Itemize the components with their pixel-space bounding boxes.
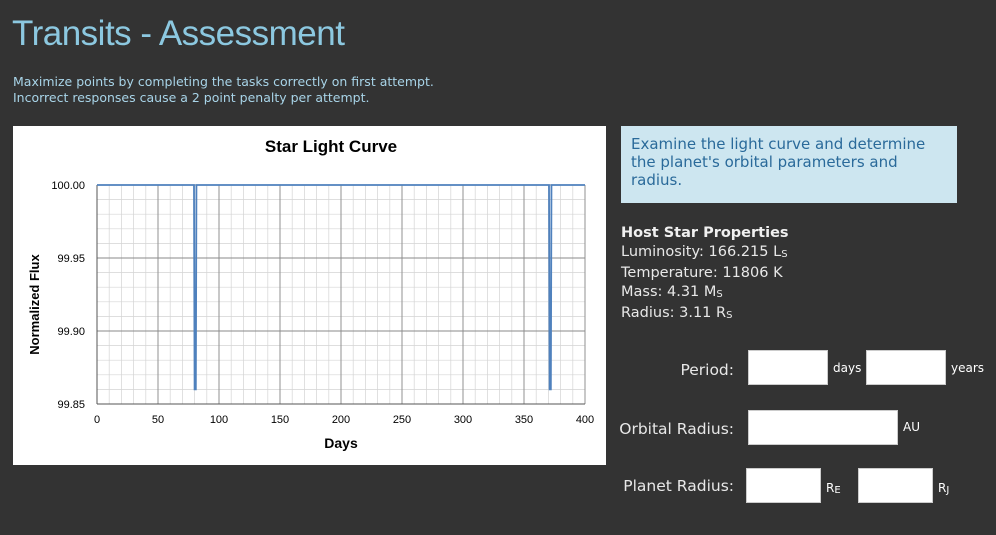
chart-y-tick-label: 99.95 xyxy=(57,253,85,265)
temperature-label: Temperature: xyxy=(621,265,718,281)
period-days-input[interactable] xyxy=(748,350,828,385)
chart-x-tick-label: 150 xyxy=(271,414,289,426)
earth-radius-sub: E xyxy=(834,485,841,496)
radius-unit: R xyxy=(716,305,727,321)
chart-y-tick-label: 99.85 xyxy=(57,399,85,411)
planet-radius-earth-unit: RE xyxy=(826,481,841,496)
luminosity-unit: L xyxy=(773,244,782,260)
temperature-row: Temperature: 11806 K xyxy=(621,264,789,283)
chart-x-tick-label: 350 xyxy=(515,414,533,426)
chart-x-tick-label: 0 xyxy=(94,414,100,426)
period-label: Period: xyxy=(680,361,734,379)
chart-x-tick-label: 300 xyxy=(454,414,472,426)
luminosity-label: Luminosity: xyxy=(621,244,704,260)
instructions-line-2: Incorrect responses cause a 2 point pena… xyxy=(13,90,370,105)
planet-radius-label: Planet Radius: xyxy=(623,477,734,495)
jupiter-radius-sub: J xyxy=(946,485,950,496)
planet-radius-jupiter-unit: RJ xyxy=(938,481,949,496)
radius-unit-sub: S xyxy=(726,310,733,321)
radius-row: Radius: 3.11 RS xyxy=(621,304,789,325)
period-years-input[interactable] xyxy=(866,350,946,385)
orbital-radius-input[interactable] xyxy=(748,410,898,445)
luminosity-unit-sub: S xyxy=(781,249,788,260)
chart-y-axis-label: Normalized Flux xyxy=(27,254,42,355)
light-curve-svg: 0 50 100 150 200 250 300 350 400 99.85 99.90 99.95 1… xyxy=(27,137,594,451)
host-star-properties: Host Star Properties Luminosity: 166.215… xyxy=(621,224,789,325)
chart-x-tick-label: 400 xyxy=(576,414,594,426)
light-curve-chart: 0 50 100 150 200 250 300 350 400 99.85 99.90 99.95 1… xyxy=(13,126,606,465)
chart-x-tick-label: 250 xyxy=(393,414,411,426)
mass-unit-sub: S xyxy=(716,289,723,300)
radius-label: Radius: xyxy=(621,305,675,321)
mass-row: Mass: 4.31 MS xyxy=(621,283,789,304)
period-days-unit: days xyxy=(833,361,862,375)
temperature-value: 11806 K xyxy=(722,265,783,281)
chart-y-tick-label: 100.00 xyxy=(51,180,85,192)
instructions: Maximize points by completing the tasks … xyxy=(13,74,434,106)
orbital-radius-label: Orbital Radius: xyxy=(619,420,734,438)
chart-x-tick-label: 200 xyxy=(332,414,350,426)
chart-y-tick-label: 99.90 xyxy=(57,326,85,338)
period-years-unit: years xyxy=(951,361,985,375)
chart-title: Star Light Curve xyxy=(265,137,397,156)
chart-x-axis-label: Days xyxy=(324,435,358,451)
mass-value: 4.31 xyxy=(667,284,700,300)
mass-unit: M xyxy=(703,284,717,300)
task-instructions: Examine the light curve and determine th… xyxy=(621,126,957,203)
planet-radius-jupiter-input[interactable] xyxy=(858,468,933,503)
page-title: Transits - Assessment xyxy=(12,14,345,53)
mass-label: Mass: xyxy=(621,284,663,300)
host-star-heading: Host Star Properties xyxy=(621,225,789,241)
luminosity-row: Luminosity: 166.215 LS xyxy=(621,243,789,264)
planet-radius-earth-input[interactable] xyxy=(746,468,821,503)
orbital-radius-unit: AU xyxy=(903,420,920,434)
chart-x-tick-label: 100 xyxy=(210,414,228,426)
chart-x-tick-label: 50 xyxy=(152,414,164,426)
luminosity-value: 166.215 xyxy=(708,244,769,260)
radius-value: 3.11 xyxy=(679,305,712,321)
instructions-line-1: Maximize points by completing the tasks … xyxy=(13,74,434,89)
